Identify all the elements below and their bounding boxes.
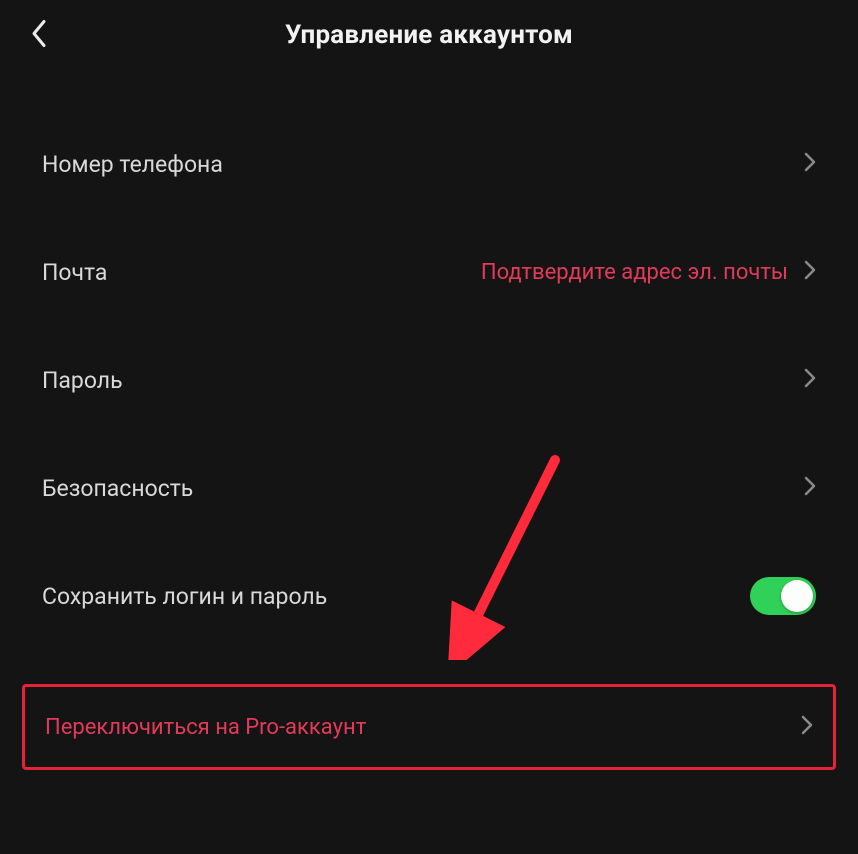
row-right: [750, 577, 816, 615]
chevron-right-icon: [804, 260, 816, 284]
chevron-right-icon: [804, 152, 816, 176]
row-right: [801, 715, 813, 739]
row-password[interactable]: Пароль: [0, 326, 858, 434]
row-value: Подтвердите адрес эл. почты: [481, 260, 788, 285]
row-label: Почта: [42, 259, 107, 286]
settings-list: Номер телефона Почта Подтвердите адрес э…: [0, 70, 858, 770]
row-label: Номер телефона: [42, 151, 223, 178]
row-email[interactable]: Почта Подтвердите адрес эл. почты: [0, 218, 858, 326]
row-right: Подтвердите адрес эл. почты: [481, 260, 816, 285]
row-label: Переключиться на Pro-аккаунт: [45, 715, 366, 740]
row-security[interactable]: Безопасность: [0, 434, 858, 542]
row-label: Безопасность: [42, 475, 193, 502]
row-right: [804, 152, 816, 176]
chevron-right-icon: [804, 368, 816, 392]
row-label: Пароль: [42, 367, 123, 394]
save-login-toggle[interactable]: [750, 577, 816, 615]
chevron-right-icon: [801, 715, 813, 739]
back-button[interactable]: [22, 11, 56, 60]
row-right: [804, 368, 816, 392]
chevron-right-icon: [804, 476, 816, 500]
toggle-knob: [781, 580, 813, 612]
header: Управление аккаунтом: [0, 0, 858, 70]
row-label: Сохранить логин и пароль: [42, 583, 327, 610]
row-pro-account[interactable]: Переключиться на Pro-аккаунт: [22, 684, 836, 770]
row-phone[interactable]: Номер телефона: [0, 110, 858, 218]
row-save-login: Сохранить логин и пароль: [0, 542, 858, 650]
page-title: Управление аккаунтом: [20, 20, 838, 50]
row-right: [804, 476, 816, 500]
chevron-left-icon: [30, 19, 48, 49]
